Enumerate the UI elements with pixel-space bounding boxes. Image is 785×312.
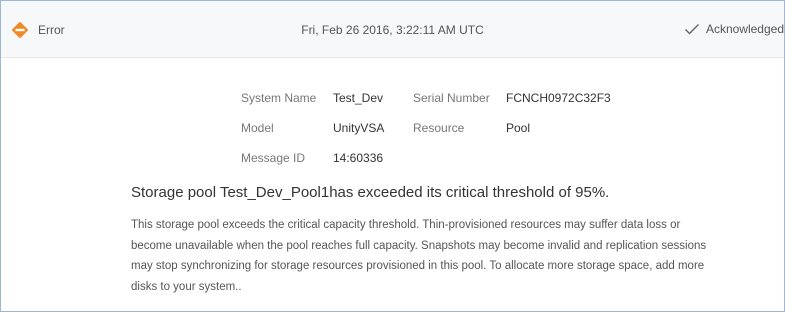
model-value: UnityVSA [333, 121, 385, 135]
message-id-value: 14:60336 [333, 151, 384, 165]
alert-timestamp: Fri, Feb 26 2016, 3:22:11 AM UTC [301, 23, 484, 37]
system-name-value: Test_Dev [333, 91, 384, 105]
alert-panel: Error Fri, Feb 26 2016, 3:22:11 AM UTC A… [0, 0, 785, 312]
details-row: Model UnityVSA Resource Pool [241, 113, 611, 143]
serial-number-value: FCNCH0972C32F3 [506, 91, 611, 105]
alert-header[interactable]: Error Fri, Feb 26 2016, 3:22:11 AM UTC A… [1, 1, 784, 58]
message-id-label: Message ID [241, 151, 306, 165]
alert-message-description: This storage pool exceeds the critical c… [131, 219, 707, 293]
alert-message-title: Storage pool Test_Dev_Pool1has exceeded … [131, 184, 610, 201]
system-name-label: System Name [241, 91, 317, 105]
acknowledged-label: Acknowledged [705, 22, 784, 36]
details-row: Message ID 14:60336 [241, 143, 611, 173]
model-label: Model [241, 121, 274, 135]
alert-details: System Name Test_Dev Serial Number FCNCH… [241, 83, 611, 173]
resource-label: Resource [413, 121, 465, 135]
details-row: System Name Test_Dev Serial Number FCNCH… [241, 83, 611, 113]
resource-value: Pool [506, 121, 531, 135]
serial-number-label: Serial Number [413, 91, 490, 105]
acknowledged-status: Acknowledged [684, 22, 784, 36]
checkmark-icon [684, 22, 700, 36]
